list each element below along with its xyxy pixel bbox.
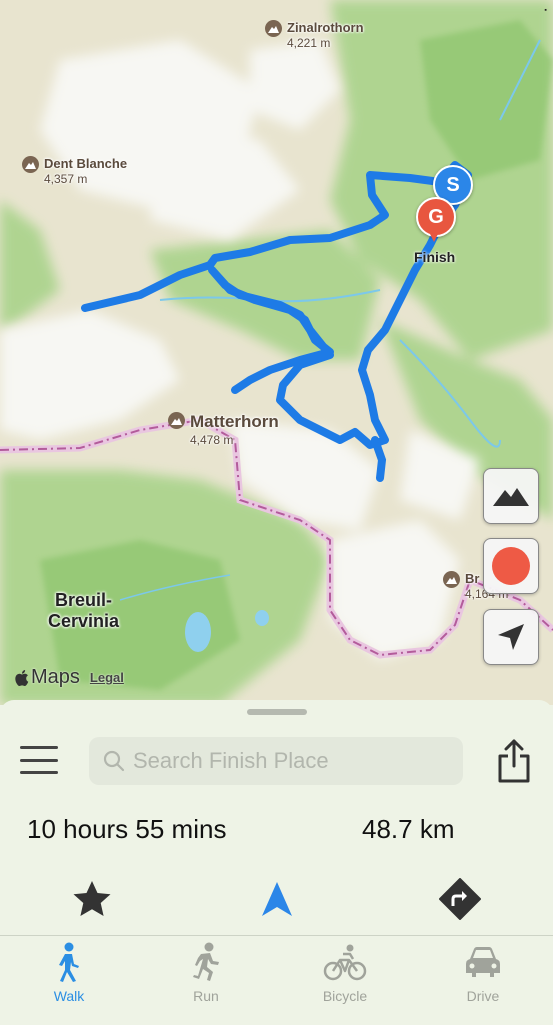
locate-button[interactable] — [483, 609, 539, 665]
peak-name: Matterhorn — [190, 412, 279, 431]
peak-name: Zinalrothorn — [287, 20, 364, 35]
mountain-icon — [265, 20, 282, 37]
share-button[interactable] — [494, 738, 534, 784]
start-pin-label: S — [446, 173, 460, 196]
directions-icon — [439, 878, 481, 920]
walk-icon — [59, 942, 79, 982]
navigate-button[interactable] — [255, 877, 299, 921]
peak-dent-blanche[interactable]: Dent Blanche 4,357 m — [22, 156, 127, 186]
apple-logo-icon — [15, 669, 29, 686]
map-view[interactable]: ⠂ Zinalrothorn 4,221 m Dent Blanche 4,35… — [0, 0, 553, 705]
run-icon — [193, 942, 219, 981]
travel-mode-tabbar: Walk Run Bicycle Drive — [0, 935, 553, 1025]
goal-pin-label: G — [428, 205, 444, 228]
town-name-line1: Breuil- — [55, 590, 113, 610]
tab-label: Run — [193, 988, 219, 1004]
tab-label: Drive — [466, 988, 500, 1004]
finish-label: Finish — [414, 249, 456, 265]
menu-button[interactable] — [20, 746, 58, 774]
tab-run[interactable]: Run — [151, 942, 261, 1004]
tab-bicycle[interactable]: Bicycle — [290, 942, 400, 1004]
goal-pin-tail — [428, 230, 440, 242]
mountain-icon — [493, 488, 529, 506]
town-name-line2: Cervinia — [48, 611, 120, 631]
maps-logo: Maps — [14, 666, 80, 689]
bicycle-icon — [323, 944, 367, 981]
peak-zinalrothorn[interactable]: Zinalrothorn 4,221 m — [265, 20, 364, 50]
record-button[interactable] — [483, 538, 539, 594]
directions-button[interactable] — [438, 877, 482, 921]
terrain-button[interactable] — [483, 468, 539, 524]
route-distance: 48.7 km — [362, 814, 455, 844]
peak-matterhorn[interactable]: Matterhorn 4,478 m — [168, 412, 279, 447]
navigation-arrow-icon — [262, 882, 292, 916]
record-icon — [492, 547, 530, 585]
tab-label: Walk — [53, 988, 85, 1004]
tab-drive[interactable]: Drive — [428, 942, 538, 1004]
peak-name: Dent Blanche — [44, 156, 128, 171]
tab-walk[interactable]: Walk — [14, 942, 124, 1004]
town-label[interactable]: Breuil- Cervinia — [48, 590, 119, 632]
peak-elevation: 4,478 m — [190, 433, 234, 447]
search-placeholder: Search Finish Place — [133, 748, 329, 773]
mountain-icon — [443, 571, 460, 588]
legal-link[interactable]: Legal — [90, 670, 124, 685]
peak-elevation: 4,357 m — [44, 172, 88, 186]
peak-elevation: 4,221 m — [287, 36, 331, 50]
location-arrow-icon — [498, 624, 524, 650]
favorite-button[interactable] — [70, 877, 114, 921]
search-field[interactable]: Search Finish Place — [89, 737, 463, 785]
maps-attribution: Maps Legal — [14, 666, 124, 689]
status-dots: ⠂ — [543, 4, 552, 18]
car-icon — [466, 947, 500, 977]
search-icon — [103, 750, 125, 772]
route-duration: 10 hours 55 mins — [27, 814, 227, 844]
mountain-icon — [22, 156, 39, 173]
mountain-icon — [168, 412, 185, 429]
maps-brand-text: Maps — [31, 666, 80, 688]
sheet-grabber[interactable] — [247, 709, 307, 715]
tab-label: Bicycle — [322, 988, 368, 1004]
share-icon — [498, 739, 530, 783]
star-icon — [73, 881, 111, 916]
